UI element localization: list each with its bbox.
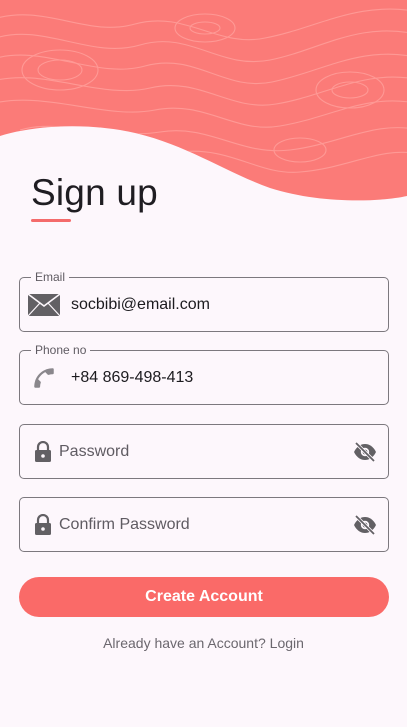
email-value: socbibi@email.com bbox=[71, 295, 210, 313]
phone-icon bbox=[27, 365, 61, 391]
envelope-icon bbox=[27, 292, 61, 318]
lock-icon bbox=[33, 440, 53, 464]
login-link[interactable]: Already have an Account? Login bbox=[103, 635, 304, 651]
phone-value: +84 869-498-413 bbox=[71, 368, 194, 386]
title-underline bbox=[31, 219, 71, 222]
email-label: Email bbox=[31, 270, 70, 284]
password-field[interactable]: Password bbox=[19, 424, 389, 479]
page-title: Sign up bbox=[31, 172, 158, 213]
phone-field[interactable]: Phone no +84 869-498-413 bbox=[19, 343, 389, 405]
login-prompt: Already have an Account? Login bbox=[0, 635, 407, 651]
lock-icon bbox=[33, 513, 53, 537]
create-account-button[interactable]: Create Account bbox=[19, 577, 389, 617]
password-placeholder: Password bbox=[59, 442, 130, 460]
confirm-password-field[interactable]: Confirm Password bbox=[19, 497, 389, 552]
confirm-password-placeholder: Confirm Password bbox=[59, 515, 190, 533]
signup-screen: Sign up Email socbibi@email.com Phone no… bbox=[0, 0, 407, 727]
eye-off-icon[interactable] bbox=[353, 513, 377, 537]
eye-off-icon[interactable] bbox=[353, 440, 377, 464]
phone-label: Phone no bbox=[31, 343, 91, 357]
email-field[interactable]: Email socbibi@email.com bbox=[19, 270, 389, 332]
